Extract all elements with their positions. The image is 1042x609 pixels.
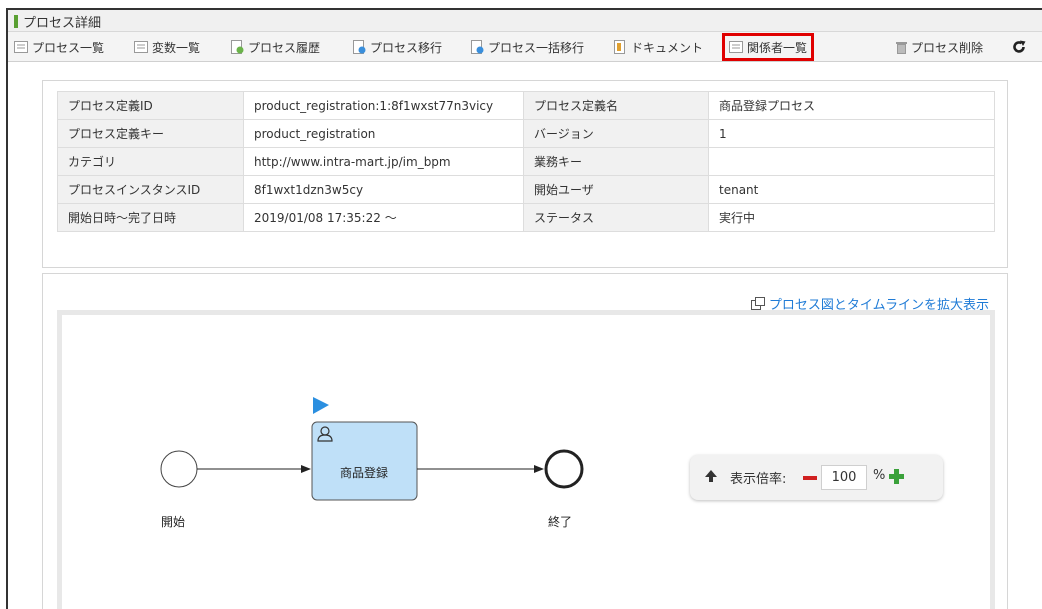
document-button[interactable]: ドキュメント bbox=[614, 32, 703, 62]
toolbar: プロセス一覧 変数一覧 プロセス履歴 プロセス移行 プロセス一括移行 ドキュメン… bbox=[8, 32, 1042, 62]
row-label: カテゴリ bbox=[57, 147, 244, 176]
process-info-table: プロセス定義ID product_registration:1:8f1wxst7… bbox=[57, 91, 995, 232]
table-row: プロセス定義キー product_registration バージョン 1 bbox=[57, 119, 995, 148]
row-value: product_registration bbox=[243, 119, 524, 148]
process-migration-button[interactable]: プロセス移行 bbox=[353, 32, 442, 62]
process-history-button[interactable]: プロセス履歴 bbox=[231, 32, 320, 62]
process-detail-window: プロセス詳細 プロセス一覧 変数一覧 プロセス履歴 プロセス移行 プロセス一括移… bbox=[6, 8, 1042, 609]
end-label: 終了 bbox=[548, 514, 572, 529]
zoom-input[interactable] bbox=[821, 465, 867, 490]
row-value: 1 bbox=[708, 119, 995, 148]
row-value: 実行中 bbox=[708, 203, 995, 232]
migration-icon bbox=[353, 40, 366, 54]
popup-window-icon bbox=[750, 297, 765, 310]
arrow-up-icon[interactable] bbox=[704, 469, 718, 483]
row-label: バージョン bbox=[523, 119, 709, 148]
zoom-unit: % bbox=[873, 468, 886, 483]
process-bulk-migration-label: プロセス一括移行 bbox=[488, 40, 585, 55]
process-list-button[interactable]: プロセス一覧 bbox=[14, 32, 104, 62]
row-label: 開始ユーザ bbox=[523, 175, 709, 204]
row-value bbox=[708, 147, 995, 176]
bulk-migration-icon bbox=[471, 40, 484, 54]
row-label: 開始日時～完了日時 bbox=[57, 203, 244, 232]
row-label: プロセスインスタンスID bbox=[57, 175, 244, 204]
zoom-label: 表示倍率: bbox=[730, 472, 787, 487]
refresh-button[interactable] bbox=[1012, 32, 1030, 62]
row-label: プロセス定義名 bbox=[523, 91, 709, 120]
row-label: プロセス定義ID bbox=[57, 91, 244, 120]
list-icon bbox=[14, 41, 28, 53]
title-bar: プロセス詳細 bbox=[8, 10, 1042, 32]
variable-list-button[interactable]: 変数一覧 bbox=[134, 32, 200, 62]
process-delete-label: プロセス削除 bbox=[911, 40, 984, 55]
process-info-panel: プロセス定義ID product_registration:1:8f1wxst7… bbox=[42, 80, 1008, 268]
row-value: 8f1wxt1dzn3w5cy bbox=[243, 175, 524, 204]
task-label: 商品登録 bbox=[340, 465, 388, 480]
variable-list-label: 変数一覧 bbox=[152, 40, 201, 55]
zoom-in-button[interactable] bbox=[889, 469, 904, 484]
start-label: 開始 bbox=[161, 515, 185, 529]
list-icon bbox=[134, 41, 148, 53]
row-value: product_registration:1:8f1wxst77n3vicy bbox=[243, 91, 524, 120]
table-row: カテゴリ http://www.intra-mart.jp/im_bpm 業務キ… bbox=[57, 147, 995, 176]
row-label: 業務キー bbox=[523, 147, 709, 176]
zoom-out-button[interactable] bbox=[803, 476, 817, 480]
start-event[interactable] bbox=[160, 450, 198, 488]
row-value: http://www.intra-mart.jp/im_bpm bbox=[243, 147, 524, 176]
row-label: ステータス bbox=[523, 203, 709, 232]
row-value: 商品登録プロセス bbox=[708, 91, 995, 120]
process-diagram-panel: プロセス図とタイムラインを拡大表示 商品登録 開始 終了 bbox=[42, 273, 1008, 609]
table-row: プロセス定義ID product_registration:1:8f1wxst7… bbox=[57, 91, 995, 120]
title-marker bbox=[14, 15, 18, 28]
end-event[interactable] bbox=[544, 449, 584, 489]
history-icon bbox=[231, 40, 244, 54]
stakeholder-list-button[interactable]: 関係者一覧 bbox=[722, 33, 815, 61]
process-history-label: プロセス履歴 bbox=[248, 40, 321, 55]
list-icon bbox=[729, 41, 743, 53]
process-delete-button[interactable]: プロセス削除 bbox=[896, 32, 983, 62]
document-icon bbox=[614, 40, 625, 54]
table-row: 開始日時～完了日時 2019/01/08 17:35:22 ～ ステータス 実行… bbox=[57, 203, 995, 232]
stakeholder-list-label: 関係者一覧 bbox=[747, 40, 808, 55]
current-position-marker bbox=[313, 397, 329, 414]
window-title: プロセス詳細 bbox=[23, 16, 102, 31]
process-migration-label: プロセス移行 bbox=[370, 40, 443, 55]
row-label: プロセス定義キー bbox=[57, 119, 244, 148]
row-value: 2019/01/08 17:35:22 ～ bbox=[243, 203, 524, 232]
process-list-label: プロセス一覧 bbox=[32, 40, 105, 55]
table-row: プロセスインスタンスID 8f1wxt1dzn3w5cy 開始ユーザ tenan… bbox=[57, 175, 995, 204]
process-bulk-migration-button[interactable]: プロセス一括移行 bbox=[471, 32, 584, 62]
document-label: ドキュメント bbox=[631, 40, 704, 55]
row-value: tenant bbox=[708, 175, 995, 204]
trash-icon bbox=[896, 41, 907, 54]
zoom-control: 表示倍率: % bbox=[690, 455, 943, 500]
refresh-icon bbox=[1013, 40, 1026, 53]
